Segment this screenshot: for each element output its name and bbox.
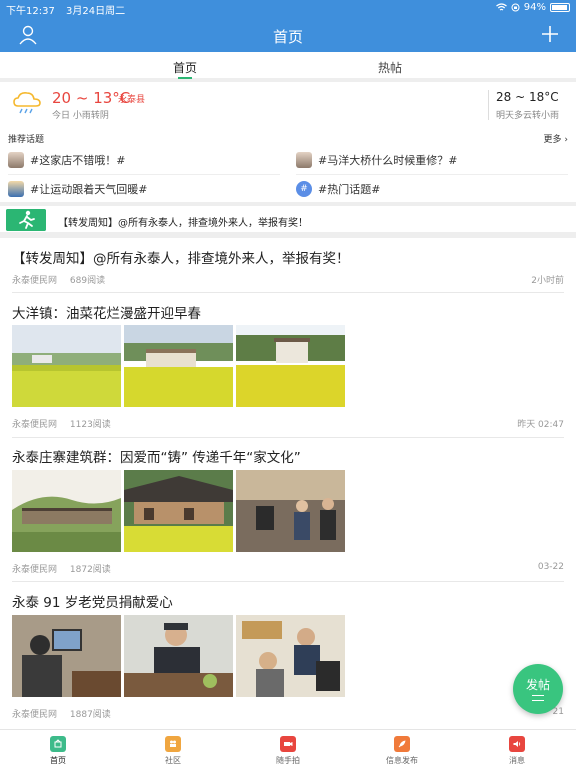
wifi-icon — [495, 3, 507, 11]
battery-icon — [550, 3, 570, 12]
post-image[interactable] — [124, 470, 233, 552]
running-man-icon — [6, 209, 46, 231]
post-source: 永泰便民网 — [12, 276, 58, 286]
add-icon[interactable] — [540, 24, 560, 44]
avatar — [8, 152, 24, 168]
tab-indicator — [178, 77, 192, 79]
topic-item[interactable]: #这家店不错哦！# — [8, 149, 125, 171]
tab-hot-posts[interactable]: 热帖 — [350, 59, 430, 76]
topic-item[interactable]: #让运动跟着天气回暖# — [8, 178, 147, 200]
topics-more-label: 更多 — [543, 135, 562, 145]
post-reads: 1887阅读 — [69, 710, 111, 720]
tomorrow-description: 明天多云转小雨 — [496, 111, 560, 121]
rocket-icon — [394, 736, 410, 752]
post-time: 2小时前 — [531, 276, 564, 286]
banner-text: 【转发周知】@所有永泰人，排查境外来人，举报有奖！ — [58, 218, 308, 229]
battery-percent: 94% — [523, 2, 546, 13]
avatar — [296, 152, 312, 168]
divider — [0, 232, 576, 238]
video-camera-icon — [280, 736, 296, 752]
post-meta: 永泰便民网 689阅读 — [12, 273, 115, 286]
post-time: 21 — [552, 707, 564, 717]
post-time: 昨天 02:47 — [517, 420, 564, 430]
post-reads: 1123阅读 — [69, 420, 111, 430]
status-date: 3月24日周二 — [66, 6, 126, 17]
post-meta: 永泰便民网 1872阅读 — [12, 562, 121, 575]
rain-cloud-icon — [13, 92, 41, 114]
bottom-nav-home[interactable]: 首页 — [18, 736, 98, 766]
post-image[interactable] — [124, 325, 233, 407]
page-title: 首页 — [272, 28, 303, 46]
post-image[interactable] — [236, 325, 345, 407]
weather-widget[interactable]: 20 ~ 13°C 永泰县 今日 小雨转阴 28 ~ 18°C 明天多云转小雨 — [0, 86, 576, 126]
weather-divider — [488, 90, 489, 120]
home-icon — [50, 736, 66, 752]
new-post-label: 发帖 — [525, 678, 550, 692]
top-bar: 下午12:37 3月24日周二 94% 首页 — [0, 0, 576, 52]
post-image[interactable] — [12, 470, 121, 552]
bottom-nav-label: 信息发布 — [386, 756, 418, 765]
bottom-nav-snapshot[interactable]: 随手拍 — [248, 736, 328, 766]
post-title[interactable]: 大洋镇：油菜花烂漫盛开迎早春 — [12, 302, 201, 322]
post-image[interactable] — [236, 470, 345, 552]
post-reads: 1872阅读 — [69, 565, 111, 575]
weather-location: 永泰县 — [118, 95, 146, 105]
topic-label: #让运动跟着天气回暖# — [30, 183, 148, 196]
avatar — [8, 181, 24, 197]
post-meta: 永泰便民网 1123阅读 — [12, 417, 121, 430]
post-image[interactable] — [12, 325, 121, 407]
hashtag-icon: # — [296, 181, 312, 197]
bottom-navigation: 首页 社区 随手拍 信息发布 消息 — [0, 729, 576, 768]
bottom-nav-label: 首页 — [50, 756, 66, 765]
today-description: 今日 小雨转阴 — [52, 111, 109, 121]
post-source: 永泰便民网 — [12, 420, 58, 430]
topics-title: 推荐话题 — [8, 135, 45, 145]
bottom-nav-messages[interactable]: 消息 — [477, 736, 557, 766]
divider — [8, 174, 280, 175]
announcement-banner[interactable]: 【转发周知】@所有永泰人，排查境外来人，举报有奖！ — [0, 206, 576, 234]
post-image[interactable] — [124, 615, 233, 697]
rotation-lock-icon — [511, 3, 520, 12]
tomorrow-temperature: 28 ~ 18°C — [496, 90, 559, 104]
divider — [12, 292, 564, 293]
post-title[interactable]: 永泰 91 岁老党员捐献爱心 — [12, 591, 173, 611]
new-post-button[interactable]: 发帖 — [513, 664, 563, 714]
post-image[interactable] — [12, 615, 121, 697]
divider — [12, 437, 564, 438]
bottom-nav-label: 社区 — [165, 756, 181, 765]
bottom-nav-label: 消息 — [509, 756, 525, 765]
post-time: 03-22 — [537, 562, 564, 572]
divider — [296, 174, 568, 175]
status-bar: 下午12:37 3月24日周二 94% — [0, 0, 576, 17]
divider — [12, 581, 564, 582]
bottom-nav-community[interactable]: 社区 — [133, 736, 213, 766]
post-source: 永泰便民网 — [12, 565, 58, 575]
post-reads: 689阅读 — [69, 276, 106, 286]
bottom-nav-label: 随手拍 — [276, 756, 300, 765]
community-icon — [165, 736, 181, 752]
topics-more-link[interactable]: 更多 › — [544, 132, 568, 145]
topic-label: #马洋大桥什么时候重修？# — [318, 154, 458, 167]
topic-label: #这家店不错哦！# — [30, 154, 126, 167]
speaker-icon — [509, 736, 525, 752]
post-meta: 永泰便民网 1887阅读 — [12, 707, 121, 720]
tab-home[interactable]: 首页 — [145, 59, 225, 76]
post-source: 永泰便民网 — [12, 710, 58, 720]
post-title[interactable]: 永泰庄寨建筑群：因爱而“铸” 传递千年“家文化” — [12, 446, 301, 466]
topic-label: #热门话题# — [318, 183, 381, 196]
post-title[interactable]: 【转发周知】@所有永泰人，排查境外来人，举报有奖！ — [12, 247, 350, 267]
post-image[interactable] — [236, 615, 345, 697]
bottom-nav-publish[interactable]: 信息发布 — [362, 736, 442, 766]
topic-item[interactable]: # #热门话题# — [296, 178, 380, 200]
topic-item[interactable]: #马洋大桥什么时候重修？# — [296, 149, 457, 171]
menu-lines-icon — [532, 695, 544, 701]
status-time: 下午12:37 — [6, 6, 55, 17]
tab-bar: 首页 热帖 — [0, 52, 576, 82]
